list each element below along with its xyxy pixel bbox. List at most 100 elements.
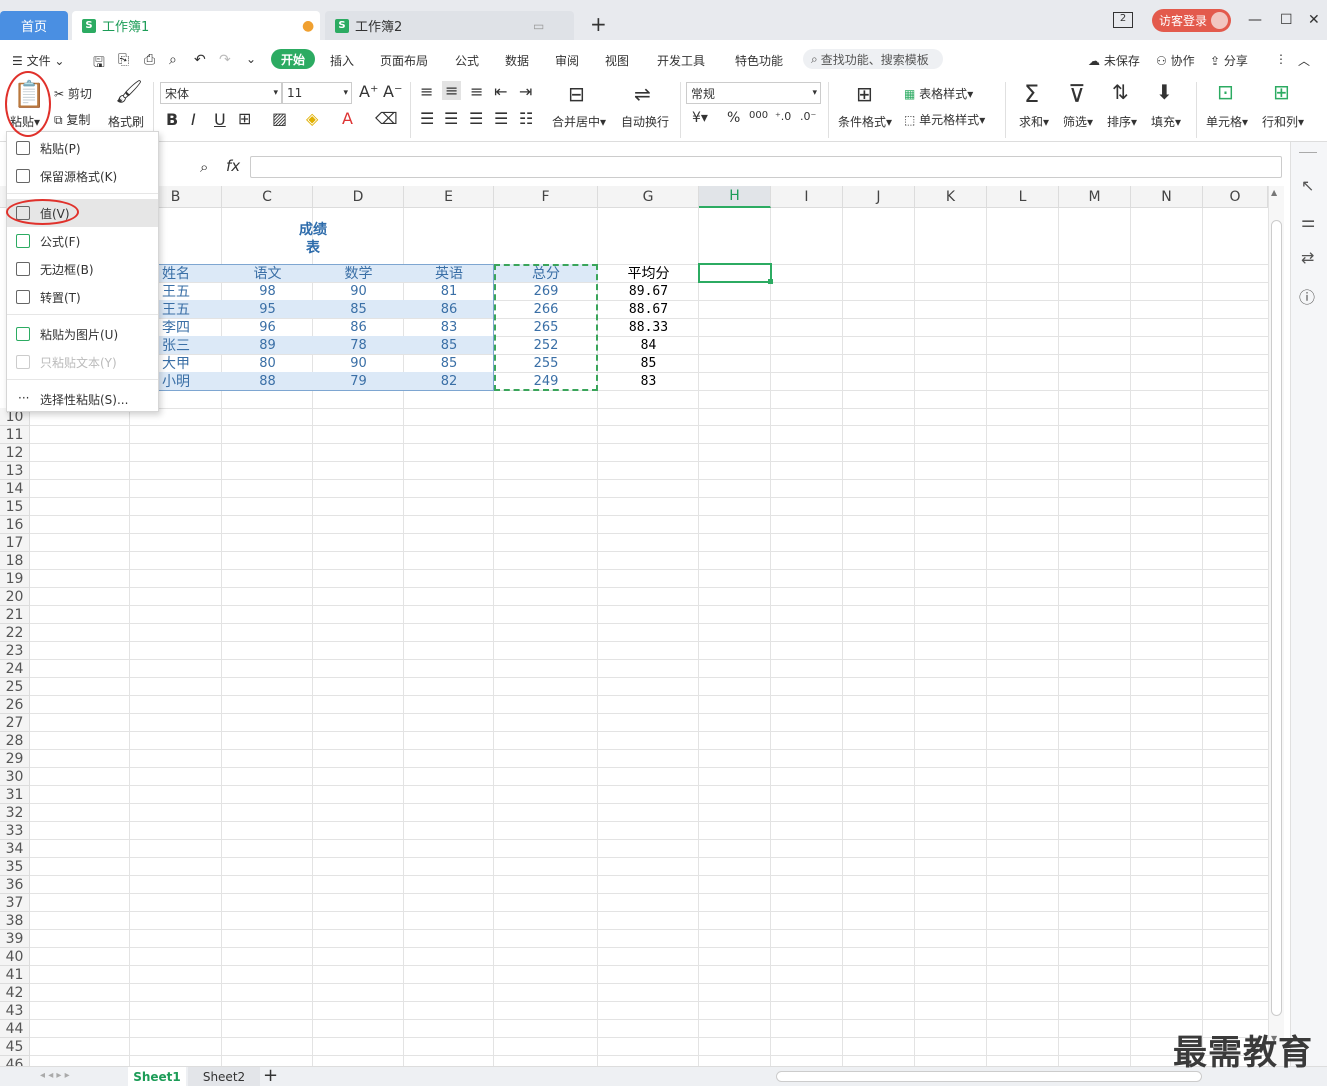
filter-button[interactable]: 筛选▾ (1063, 113, 1093, 130)
tab-workbook2[interactable]: S 工作簿2 ▭ (325, 11, 574, 40)
score-cell[interactable]: 265 (494, 318, 598, 336)
copy-button[interactable]: ⧉ 复制 (54, 111, 90, 128)
score-cell[interactable]: 85 (313, 300, 404, 318)
column-header[interactable]: J (843, 186, 915, 208)
score-cell[interactable]: 82 (404, 372, 494, 390)
format-painter-icon[interactable]: 🖌 (115, 80, 143, 105)
cut-button[interactable]: ✂ 剪切 (54, 85, 92, 102)
score-cell[interactable]: 86 (404, 300, 494, 318)
score-cell[interactable]: 79 (313, 372, 404, 390)
row-header[interactable]: 34 (0, 840, 30, 858)
currency-button[interactable]: ¥▾ (692, 110, 708, 126)
score-cell[interactable]: 98 (222, 282, 313, 300)
row-header[interactable]: 35 (0, 858, 30, 876)
row-header[interactable]: 38 (0, 912, 30, 930)
fill-icon[interactable]: ⬇ (1156, 80, 1173, 104)
score-cell[interactable]: 86 (313, 318, 404, 336)
quick-access-dropdown-icon[interactable]: ⌄ (246, 52, 256, 66)
column-header[interactable]: O (1203, 186, 1268, 208)
row-header[interactable]: 20 (0, 588, 30, 606)
paste-option[interactable]: 粘贴(P) (7, 134, 158, 162)
cell-style-button[interactable]: ⬚ 单元格样式▾ (904, 111, 985, 128)
align-center-icon[interactable]: ☰ (444, 109, 458, 128)
score-cell[interactable]: 85 (404, 336, 494, 354)
score-cell[interactable]: 90 (313, 282, 404, 300)
header-average[interactable]: 平均分 (598, 264, 699, 282)
number-format-select[interactable]: 常规 ▾ (686, 82, 821, 104)
row-header[interactable]: 37 (0, 894, 30, 912)
score-cell[interactable]: 78 (313, 336, 404, 354)
window-count-icon[interactable]: 2 (1113, 12, 1133, 28)
sheet-title-line2[interactable]: 表 (222, 237, 404, 257)
distributed-icon[interactable]: ☷ (519, 109, 533, 128)
score-cell[interactable]: 249 (494, 372, 598, 390)
border-icon[interactable]: ⊞ (238, 109, 251, 128)
cell-button[interactable]: 单元格▾ (1206, 113, 1248, 130)
scroll-up-icon[interactable]: ▲ (1271, 188, 1277, 197)
row-header[interactable]: 27 (0, 714, 30, 732)
row-header[interactable]: 42 (0, 984, 30, 1002)
sort-icon[interactable]: ⇅ (1112, 80, 1129, 104)
menu-developer[interactable]: 开发工具 (657, 52, 705, 69)
row-header[interactable]: 32 (0, 804, 30, 822)
score-cell[interactable]: 89 (222, 336, 313, 354)
settings-sliders-icon[interactable]: ⚌ (1301, 212, 1315, 231)
average-cell[interactable]: 84 (598, 336, 699, 354)
sheet-tab-1[interactable]: Sheet1 (128, 1067, 186, 1086)
row-header[interactable]: 19 (0, 570, 30, 588)
average-cell[interactable]: 88.67 (598, 300, 699, 318)
column-header[interactable]: C (222, 186, 313, 208)
formula-input[interactable] (250, 156, 1282, 178)
vertical-scrollbar[interactable]: ▲ ▼ (1268, 186, 1284, 1066)
score-cell[interactable]: 96 (222, 318, 313, 336)
active-cell[interactable] (698, 263, 772, 283)
increase-decimal-icon[interactable]: ⁺.0 (775, 110, 791, 123)
score-cell[interactable]: 81 (404, 282, 494, 300)
column-header[interactable]: M (1059, 186, 1131, 208)
file-menu[interactable]: ☰ 文件 ⌄ (12, 52, 64, 69)
convert-icon[interactable]: ⇄ (1301, 248, 1314, 267)
menu-data[interactable]: 数据 (505, 52, 529, 69)
minimize-icon[interactable]: — (1248, 12, 1262, 28)
menu-special[interactable]: 特色功能 (735, 52, 783, 69)
row-header[interactable]: 44 (0, 1020, 30, 1038)
paste-special-option[interactable]: ··· 选择性粘贴(S)... (7, 385, 158, 413)
align-left-icon[interactable]: ☰ (420, 109, 434, 128)
fill-button[interactable]: 填充▾ (1151, 113, 1181, 130)
help-icon[interactable]: ⓘ (1299, 284, 1315, 308)
average-cell[interactable]: 83 (598, 372, 699, 390)
more-icon[interactable]: ⋮ (1275, 52, 1287, 66)
font-color-icon[interactable]: A (342, 109, 353, 128)
wrap-icon[interactable]: ⇌ (634, 82, 651, 106)
percent-button[interactable]: % (727, 110, 740, 126)
fill-color-icon[interactable]: ◈ (306, 109, 318, 128)
column-header[interactable]: E (404, 186, 494, 208)
row-header[interactable]: 22 (0, 624, 30, 642)
menu-start[interactable]: 开始 (271, 49, 315, 69)
wrap-text-button[interactable]: 自动换行 (621, 113, 669, 130)
sum-button[interactable]: 求和▾ (1019, 113, 1049, 130)
row-header[interactable]: 14 (0, 480, 30, 498)
column-header-active[interactable]: H (699, 186, 771, 208)
row-header[interactable]: 17 (0, 534, 30, 552)
fill-handle[interactable] (768, 279, 773, 284)
row-header[interactable]: 18 (0, 552, 30, 570)
header-math[interactable]: 数学 (313, 264, 404, 282)
row-header[interactable]: 30 (0, 768, 30, 786)
undo-icon[interactable]: ↶ (194, 52, 206, 68)
conditional-format-icon[interactable]: ⊞ (856, 82, 873, 106)
font-size-select[interactable]: 11 ▾ (282, 82, 352, 104)
row-header[interactable]: 16 (0, 516, 30, 534)
score-cell[interactable]: 85 (404, 354, 494, 372)
row-header[interactable]: 45 (0, 1038, 30, 1056)
collaborate-button[interactable]: ⚇ 协作 (1156, 52, 1195, 69)
row-header[interactable]: 23 (0, 642, 30, 660)
score-cell[interactable]: 90 (313, 354, 404, 372)
menu-page-layout[interactable]: 页面布局 (380, 52, 428, 69)
average-cell[interactable]: 88.33 (598, 318, 699, 336)
paste-text-only-option[interactable]: 只粘贴文本(Y) (7, 348, 158, 376)
row-header[interactable]: 25 (0, 678, 30, 696)
format-painter-button[interactable]: 格式刷 (108, 113, 144, 130)
sheet-title-line1[interactable]: 成绩 (222, 219, 404, 239)
search-input[interactable]: ⌕ 查找功能、搜索模板 (803, 49, 943, 69)
